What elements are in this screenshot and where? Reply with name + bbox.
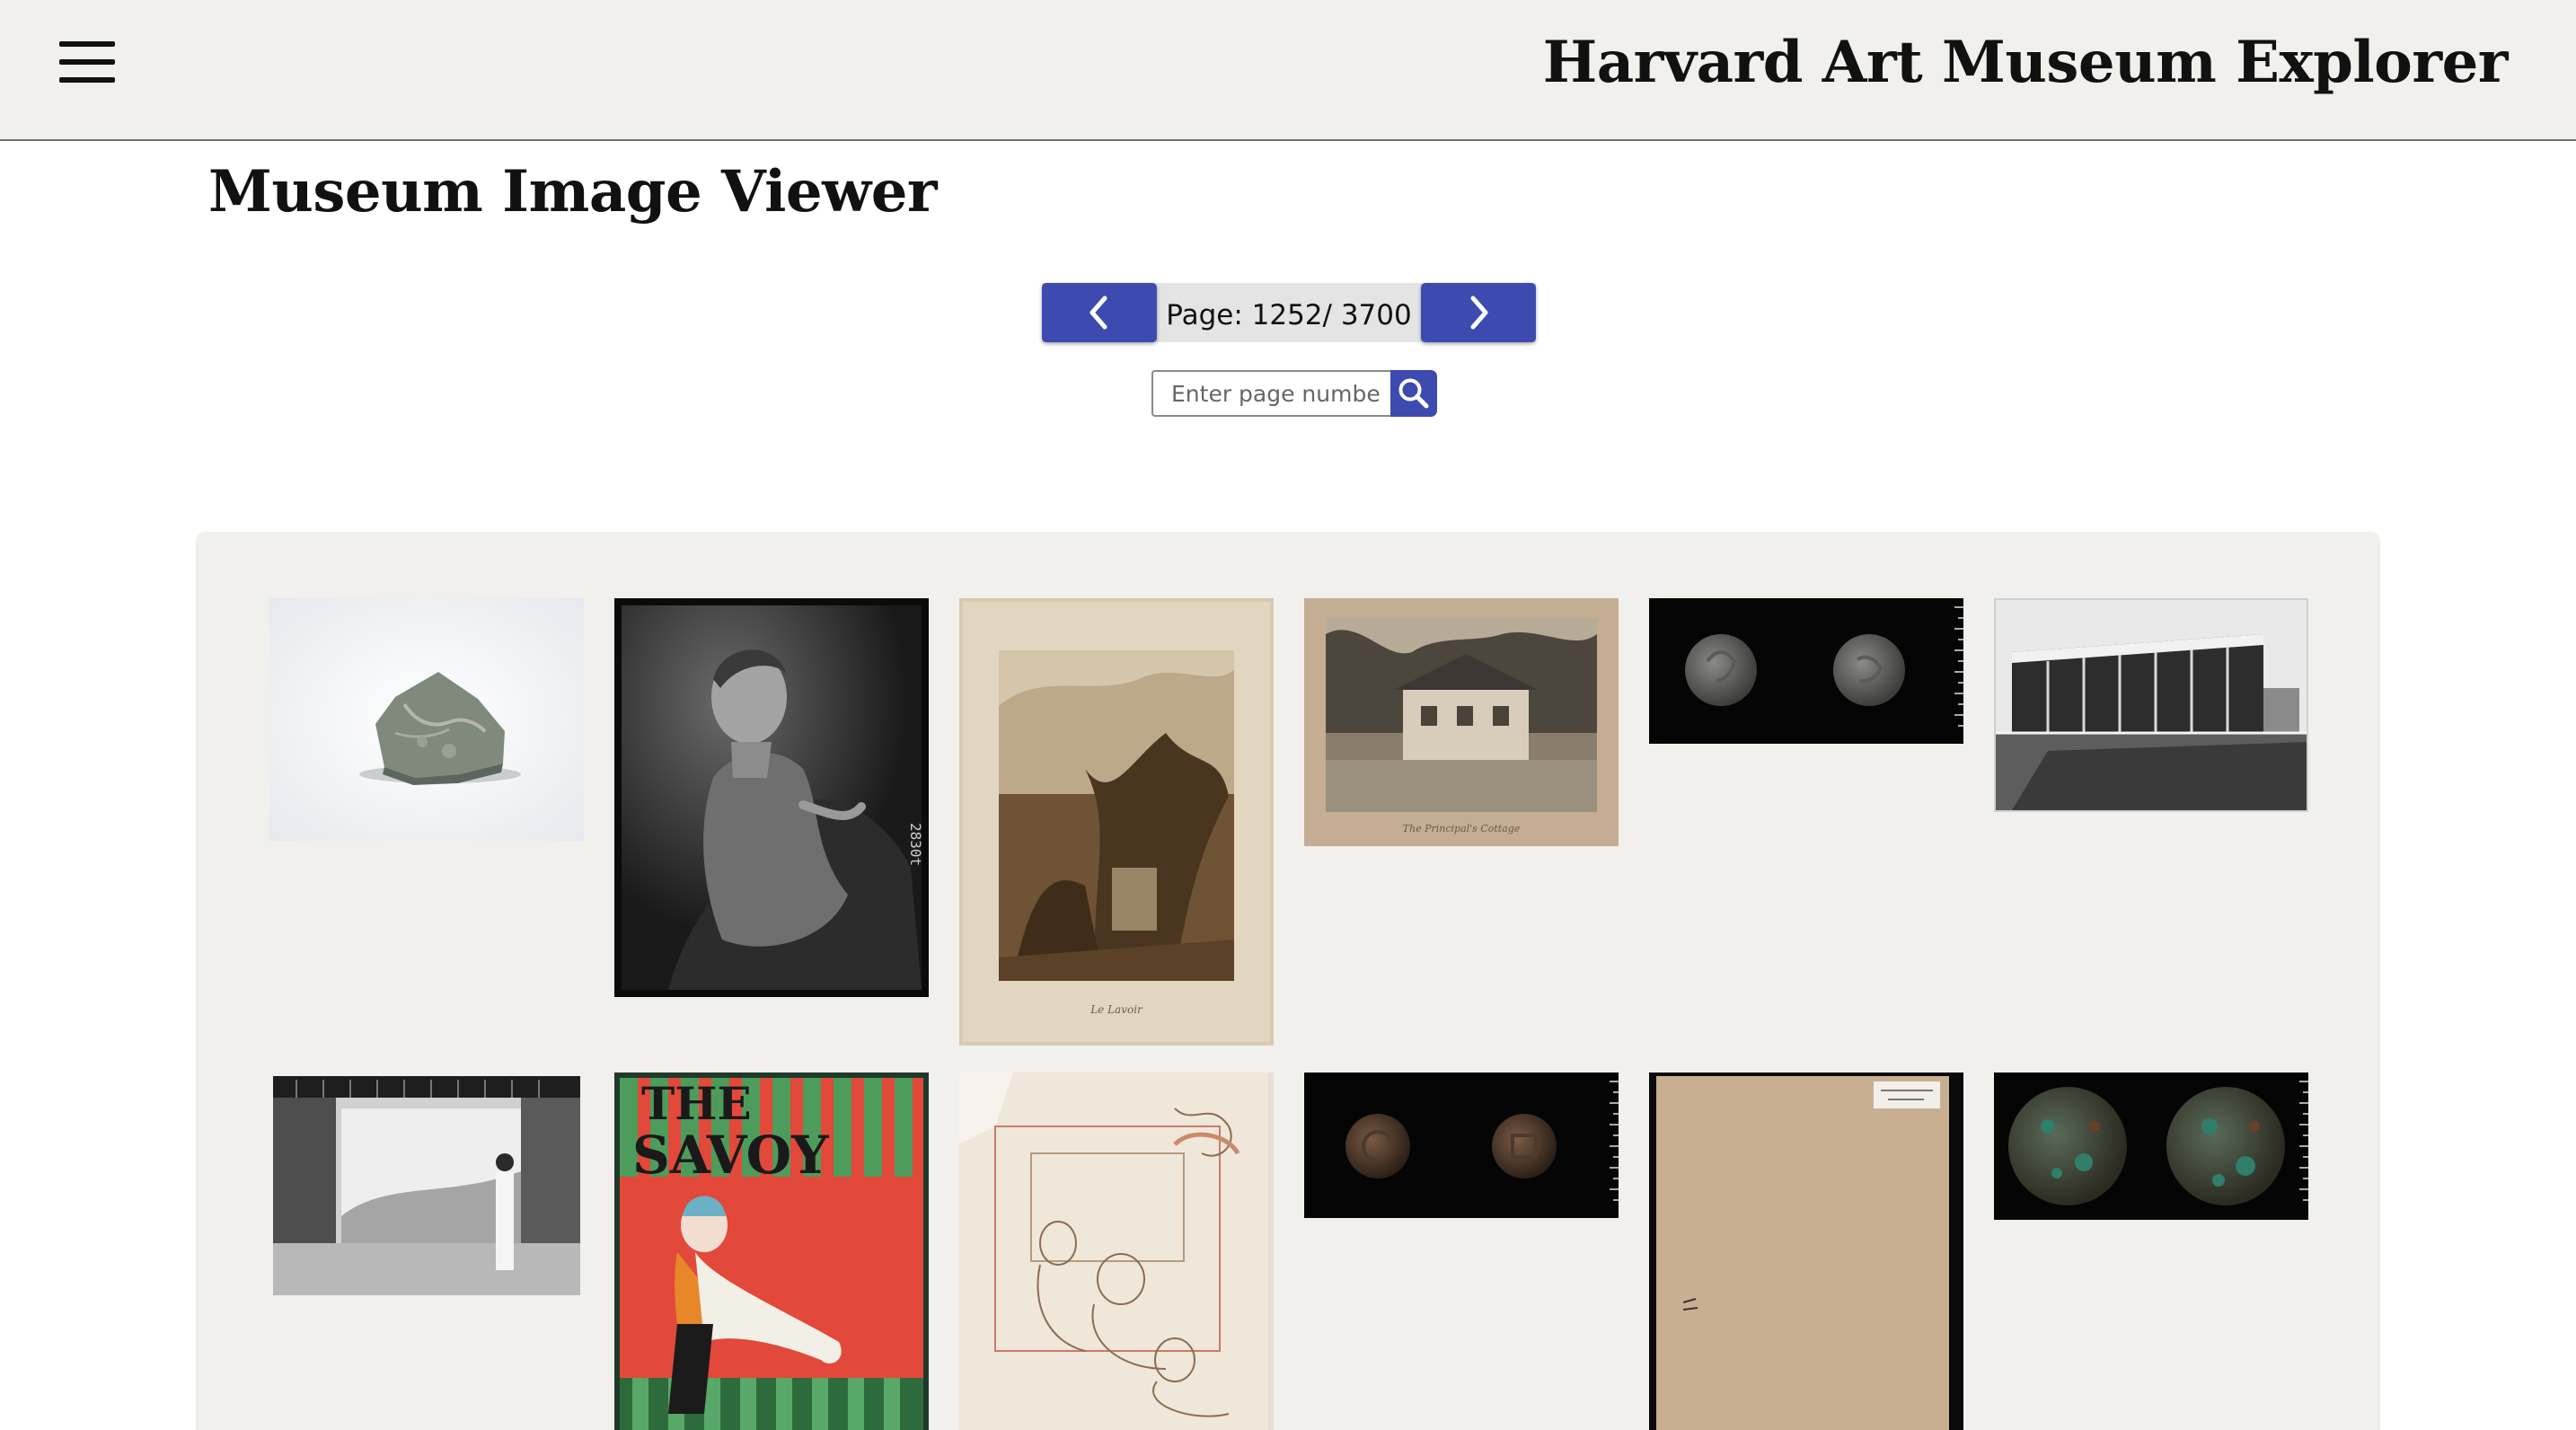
green-patina-coin-pair-image[interactable] (1994, 1072, 2308, 1220)
woman-in-glass-pavilion-photograph-image[interactable] (269, 1072, 584, 1297)
search-button[interactable] (1390, 370, 1437, 417)
svg-text:The Principal's Cottage: The Principal's Cottage (1403, 823, 1521, 834)
svg-text:SAVOY: SAVOY (632, 1125, 829, 1186)
blank-paper-sheet-image[interactable] (1649, 1072, 1963, 1430)
pagination-control: Page: 1252/ 3700 (1042, 283, 1536, 342)
chevron-left-icon (1090, 296, 1107, 330)
ceramic-fragment-image[interactable] (269, 598, 584, 841)
search-icon (1398, 378, 1429, 409)
figure-sketch-drawing-image[interactable] (959, 1072, 1274, 1430)
svg-text:2830t: 2830t (907, 823, 924, 866)
previous-page-button[interactable] (1042, 283, 1157, 342)
seated-woman-portrait-negative-image[interactable]: 2830t (614, 598, 929, 997)
page-title: Museum Image Viewer (208, 158, 938, 225)
bronze-coin-pair-image[interactable] (1304, 1072, 1619, 1218)
silver-coin-pair-image[interactable] (1649, 598, 1963, 744)
svg-text:Le Lavoir: Le Lavoir (1090, 1003, 1143, 1016)
hamburger-menu-icon[interactable] (59, 41, 115, 83)
app-title: Harvard Art Museum Explorer (1542, 29, 2509, 96)
chevron-right-icon (1470, 296, 1488, 330)
page-search (1151, 370, 1437, 417)
svg-text:THE: THE (641, 1077, 752, 1130)
top-navigation-bar: Harvard Art Museum Explorer (0, 0, 2576, 141)
image-gallery: 2830t Le Lavoir The Principal's Cottage … (196, 532, 2380, 1430)
page-number-input[interactable] (1151, 370, 1392, 417)
page-indicator: Page: 1252/ 3700 (1166, 299, 1412, 331)
house-photograph-image[interactable]: The Principal's Cottage (1304, 598, 1619, 846)
next-page-button[interactable] (1421, 283, 1536, 342)
modernist-building-photograph-image[interactable] (1994, 598, 2308, 812)
landscape-etching-image[interactable]: Le Lavoir (959, 598, 1274, 1046)
the-savoy-cover-image[interactable]: THE SAVOY (614, 1072, 929, 1430)
